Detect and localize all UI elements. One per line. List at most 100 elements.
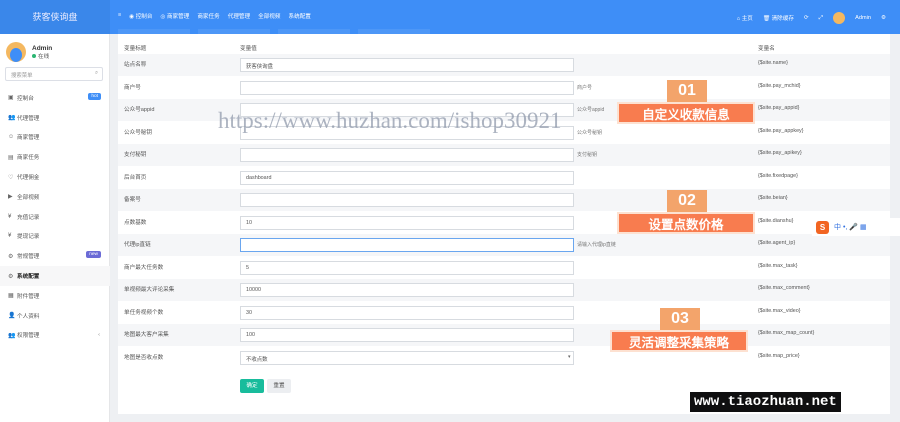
sidebar-item-label: 充值记录: [17, 214, 40, 221]
table-row: 代理ip直链 请输入代理ip直链 {$site.agent_ip}: [118, 234, 890, 256]
brand-logo[interactable]: 获客侠询盘: [0, 0, 110, 34]
row-note: 公众号秘钥: [577, 129, 603, 136]
value-input[interactable]: [240, 238, 574, 252]
top-user-name[interactable]: Admin: [855, 15, 871, 21]
sidebar-item-0[interactable]: ▣ 控制台 hot: [0, 88, 110, 108]
value-input[interactable]: 5: [240, 260, 574, 275]
sidebar-item-8[interactable]: ⚙ 常规管理 new: [0, 246, 110, 266]
sidebar-item-icon: ▤: [8, 154, 14, 161]
home-link[interactable]: ⌂ 主页: [737, 14, 753, 22]
row-title: 代理ip直链: [124, 242, 151, 248]
value-input[interactable]: [240, 148, 574, 162]
value-input[interactable]: 10: [240, 215, 574, 230]
sidebar-item-label: 代理管理: [17, 115, 40, 122]
top-nav: ≡ ◉ 控制台 ◎ 商家管理 商家任务 代理管理 全部视频 系统配置: [118, 12, 311, 20]
sidebar-item-label: 代理佣金: [17, 175, 40, 182]
sidebar-item-icon: ¥: [8, 233, 12, 240]
topnav-dashboard[interactable]: ◉ 控制台: [129, 12, 152, 20]
row-title: 商户最大任务数: [124, 264, 164, 271]
search-input[interactable]: 搜索菜单 ⌕: [5, 67, 103, 81]
value-input[interactable]: 10000: [240, 283, 574, 297]
row-title: 备案号: [124, 197, 141, 203]
table-row: 单视频最大评论采集 10000 {$site.max_comment}: [118, 279, 890, 301]
sidebar-item-icon: 👤: [8, 313, 16, 320]
sidebar-item-11[interactable]: 👤 个人资料: [0, 306, 110, 326]
sidebar-item-12[interactable]: 👥 权限管理 ‹: [0, 326, 110, 346]
sidebar-item-3[interactable]: ▤ 商家任务: [0, 147, 110, 167]
value-input[interactable]: 获客侠询盘: [240, 58, 574, 72]
table-row: 支付秘钥 支付秘钥 {$site.pay_apikey}: [118, 144, 890, 166]
caret-down-icon: ▾: [568, 353, 571, 360]
value-input[interactable]: [240, 80, 574, 95]
search-icon[interactable]: ⌕: [95, 70, 98, 77]
sidebar-item-icon: ▦: [8, 293, 14, 300]
sidebar-item-7[interactable]: ¥ 提现记录: [0, 227, 110, 247]
sidebar-item-label: 个人资料: [17, 313, 40, 320]
topnav-merchant[interactable]: ◎ 商家管理: [161, 12, 190, 20]
topnav-config[interactable]: 系统配置: [289, 12, 311, 20]
row-note: 公众号appid: [577, 107, 605, 113]
select-field[interactable]: 不收点数: [240, 350, 574, 365]
clear-cache-link[interactable]: 🗑 清除缓存: [763, 14, 794, 22]
fullscreen-icon[interactable]: ⤢: [819, 15, 823, 22]
variable-name: {$site.pay_mchid}: [758, 82, 801, 89]
value-input[interactable]: 100: [240, 328, 574, 342]
row-note: 请输入代理ip直链: [577, 242, 616, 248]
topnav-tasks[interactable]: 商家任务: [197, 12, 219, 20]
sidebar-menu: ▣ 控制台 hot 👥 代理管理 ☺ 商家管理 ▤ 商家任务 ♡ 代理佣金 ▶ 全部视频 ¥ 充值记录 ¥ 提现…: [0, 88, 110, 345]
sidebar-item-10[interactable]: ▦ 附件管理: [0, 286, 110, 306]
table-row: 地图是否收点数 不收点数 ▾ {$site.map_price}: [118, 347, 890, 369]
variable-name: {$site.max_video}: [758, 307, 801, 314]
sidebar: Admin 在线 搜索菜单 ⌕ ▣ 控制台 hot 👥 代理管理 ☺ 商家管理 ▤ 商家任务 ♡ 代…: [0, 34, 110, 422]
variable-name: {$site.max_comment}: [758, 285, 810, 291]
header-name: 变量名: [758, 46, 775, 52]
watermark-text: https://www.huzhan.com/ishop30921: [218, 108, 562, 133]
settings-icon[interactable]: ⚙: [881, 15, 886, 21]
row-title: 公众号秘钥: [124, 129, 152, 136]
confirm-button[interactable]: 确定: [240, 379, 264, 393]
table-row: 地图最大客户采集 100 {$site.max_map_count}: [118, 324, 890, 346]
sidebar-item-2[interactable]: ☺ 商家管理: [0, 128, 110, 148]
sidebar-item-icon: ⚙: [8, 253, 14, 260]
avatar[interactable]: [833, 12, 846, 24]
sidebar-item-5[interactable]: ▶ 全部视频: [0, 187, 110, 207]
topnav-agents[interactable]: 代理管理: [228, 12, 250, 20]
row-note: 商户号: [577, 84, 593, 91]
variable-name: {$site.dianshu}: [758, 217, 794, 224]
sidebar-badge: hot: [88, 93, 101, 100]
sidebar-item-9[interactable]: ⚙ 系统配置: [0, 266, 110, 286]
sidebar-badge: new: [86, 251, 101, 259]
sidebar-item-icon: ♡: [8, 174, 14, 181]
sidebar-user: Admin 在线: [6, 40, 52, 64]
header-title: 变量标题: [124, 46, 147, 52]
value-input[interactable]: 30: [240, 305, 574, 320]
table-row: 商户最大任务数 5 {$site.max_task}: [118, 257, 890, 279]
top-right-nav: ⌂ 主页 🗑 清除缓存 ⟳ ⤢ Admin ⚙: [737, 12, 886, 24]
header-value: 变量值: [240, 46, 257, 52]
footer-watermark: www.tiaozhuan.net: [690, 392, 841, 412]
variable-name: {$site.max_task}: [758, 262, 798, 269]
reset-button[interactable]: 重置: [267, 379, 291, 393]
sidebar-item-icon: ⚙: [8, 273, 14, 280]
table-row: 单任务视频个数 30 {$site.max_video}: [118, 302, 890, 324]
chevron-left-icon: ‹: [98, 331, 100, 338]
ime-toolbar[interactable]: S 中 •, 🎤 ▦: [812, 218, 900, 236]
topnav-videos[interactable]: 全部视频: [258, 12, 280, 20]
config-panel: 变量标题 变量值 变量名 站点名称 获客侠询盘 {$site.name} 商户号 商户号…: [118, 34, 890, 414]
value-input[interactable]: dashboard: [240, 170, 574, 185]
variable-name: {$site.pay_apikey}: [758, 150, 802, 156]
sidebar-item-4[interactable]: ♡ 代理佣金: [0, 167, 110, 187]
sidebar-item-label: 常规管理: [17, 254, 40, 261]
sidebar-item-1[interactable]: 👥 代理管理: [0, 108, 110, 128]
row-title: 单任务视频个数: [124, 309, 164, 316]
sidebar-item-label: 商家管理: [17, 135, 40, 142]
row-title: 支付秘钥: [124, 152, 147, 158]
variable-name: {$site.name}: [758, 60, 788, 66]
sidebar-item-label: 商家任务: [17, 155, 40, 162]
menu-toggle-icon[interactable]: ≡: [118, 12, 121, 20]
row-title: 单视频最大评论采集: [124, 287, 175, 293]
refresh-icon[interactable]: ⟳: [804, 15, 809, 21]
sidebar-item-6[interactable]: ¥ 充值记录: [0, 207, 110, 227]
value-input[interactable]: [240, 193, 574, 207]
sidebar-item-icon: ▣: [8, 95, 14, 102]
